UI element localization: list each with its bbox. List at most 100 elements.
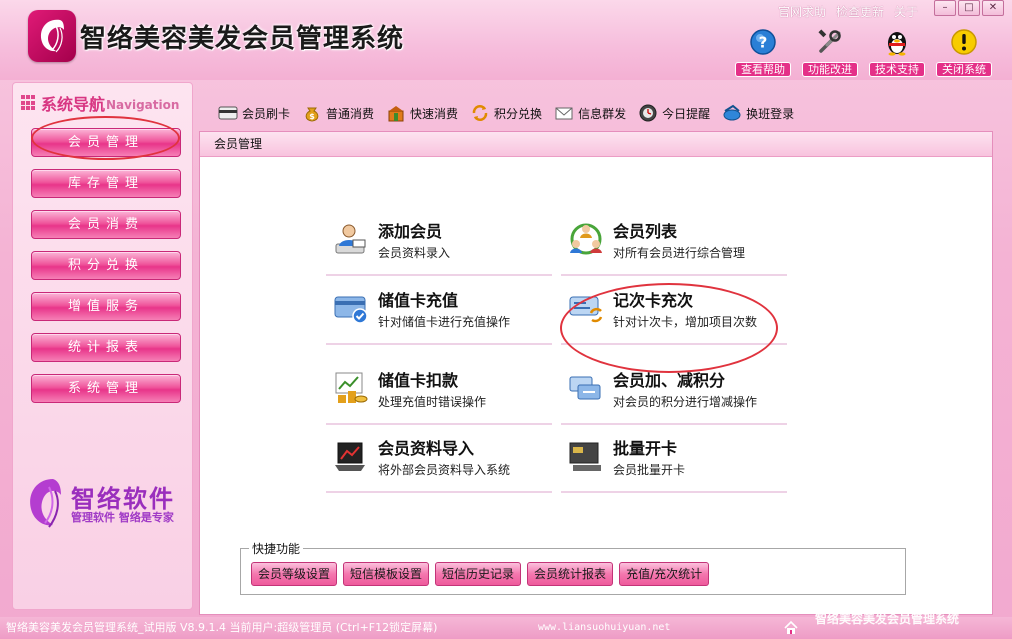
func-adjust-points-desc: 对会员的积分进行增减操作 <box>613 395 758 409</box>
svg-text:?: ? <box>759 34 768 52</box>
func-count-card-recharge[interactable]: 记次卡充次 针对计次卡，增加项目次数 <box>561 281 787 345</box>
title-bar: 智络美容美发会员管理系统 官网求助 检查更新 关于 – □ ✕ ? 查看帮助 功… <box>0 0 1012 80</box>
improve-label: 功能改进 <box>802 62 858 77</box>
money-bag-icon: $ <box>305 107 319 122</box>
nav-item-system[interactable]: 系统管理 <box>31 374 181 403</box>
func-add-member-desc: 会员资料录入 <box>378 246 451 260</box>
quick-functions-group: 快捷功能 会员等级设置 短信模板设置 短信历史记录 会员统计报表 充值/充次统计 <box>240 540 906 595</box>
batch-card-icon <box>569 442 601 471</box>
func-stored-value-deduct-title: 储值卡扣款 <box>378 371 459 390</box>
toolbar-shift-login-label: 换班登录 <box>746 106 795 121</box>
link-about[interactable]: 关于 <box>894 3 918 20</box>
navigation-panel: 系统导航 Navigation 会员管理 库存管理 会员消费 积分兑换 增值服务… <box>12 82 193 610</box>
nav-item-reports[interactable]: 统计报表 <box>31 333 181 362</box>
nav-item-points-exchange[interactable]: 积分兑换 <box>31 251 181 280</box>
toolbar: 会员刷卡 $ 普通消费 快速消费 积分兑换 信息群发 今日提醒 换班登录 <box>218 102 794 124</box>
support-penguin-icon <box>888 32 906 56</box>
quick-functions-title: 快捷功能 <box>249 540 304 557</box>
nav-header: 系统导航 Navigation <box>21 91 179 115</box>
func-import-members[interactable]: 会员资料导入 将外部会员资料导入系统 <box>326 429 552 493</box>
brand-slogan: 管理软件 智络是专家 <box>71 511 174 524</box>
top-links: 官网求助 检查更新 关于 <box>778 3 918 20</box>
func-stored-value-recharge[interactable]: 储值卡充值 针对储值卡进行充值操作 <box>326 281 552 345</box>
fast-consume-icon <box>388 106 404 122</box>
nav-items: 会员管理 库存管理 会员消费 积分兑换 增值服务 统计报表 系统管理 <box>31 128 181 415</box>
maximize-button[interactable]: □ <box>958 0 980 16</box>
nav-item-value-added[interactable]: 增值服务 <box>31 292 181 321</box>
close-system-label: 关闭系统 <box>936 62 992 77</box>
sms-history-button[interactable]: 短信历史记录 <box>435 562 522 586</box>
app-title: 智络美容美发会员管理系统 <box>80 24 405 54</box>
member-list-icon <box>570 223 602 255</box>
quick-buttons: 会员等级设置 短信模板设置 短信历史记录 会员统计报表 充值/充次统计 <box>251 562 710 586</box>
toolbar-today-reminder-label: 今日提醒 <box>662 106 711 121</box>
add-member-icon <box>335 224 366 254</box>
app-logo-icon <box>28 10 76 62</box>
func-batch-open-card-desc: 会员批量开卡 <box>613 463 686 477</box>
card-swipe-icon <box>218 106 238 120</box>
help-label: 查看帮助 <box>735 62 791 77</box>
func-adjust-points[interactable]: 会员加、减积分 对会员的积分进行增减操作 <box>561 361 787 425</box>
status-watermark: 智络美容美发会员管理系统 <box>815 612 960 626</box>
func-stored-value-recharge-title: 储值卡充值 <box>378 291 459 310</box>
import-icon <box>335 442 365 471</box>
func-member-list-title: 会员列表 <box>613 222 678 241</box>
sms-template-settings-button[interactable]: 短信模板设置 <box>343 562 430 586</box>
func-batch-open-card-title: 批量开卡 <box>613 439 678 458</box>
nav-item-member-consumption[interactable]: 会员消费 <box>31 210 181 239</box>
status-url[interactable]: www.liansuohuiyuan.net <box>538 617 670 639</box>
status-bar: 智络美容美发会员管理系统_试用版 V8.9.1.4 当前用户:超级管理员 (Ct… <box>0 612 1012 639</box>
close-system-button[interactable]: 关闭系统 <box>936 28 992 77</box>
count-card-icon <box>569 296 603 323</box>
deduct-icon <box>335 372 368 403</box>
home-icon[interactable] <box>783 620 799 636</box>
link-check-update[interactable]: 检查更新 <box>836 3 884 20</box>
warning-close-icon <box>951 29 977 55</box>
svg-text:$: $ <box>309 112 315 121</box>
func-import-members-desc: 将外部会员资料导入系统 <box>378 463 511 477</box>
func-batch-open-card[interactable]: 批量开卡 会员批量开卡 <box>561 429 787 493</box>
func-import-members-title: 会员资料导入 <box>378 439 475 458</box>
link-official-help[interactable]: 官网求助 <box>778 3 826 20</box>
nav-item-member-management[interactable]: 会员管理 <box>31 128 181 157</box>
status-info: 智络美容美发会员管理系统_试用版 V8.9.1.4 当前用户:超级管理员 (Ct… <box>6 621 438 634</box>
nav-grid-icon <box>21 95 37 111</box>
toolbar-points-exchange-label: 积分兑换 <box>494 106 543 121</box>
reminder-icon <box>639 104 657 122</box>
points-exchange-icon <box>472 105 488 121</box>
func-member-list[interactable]: 会员列表 对所有会员进行综合管理 <box>561 212 787 276</box>
toolbar-fast-consume[interactable]: 快速消费 <box>386 103 458 123</box>
func-stored-value-deduct-desc: 处理充值时错误操作 <box>378 395 487 409</box>
toolbar-points-exchange[interactable]: 积分兑换 <box>470 103 542 123</box>
member-stats-report-button[interactable]: 会员统计报表 <box>527 562 614 586</box>
header-tools: ? 查看帮助 功能改进 技术支持 关闭系统 <box>735 28 992 77</box>
close-window-button[interactable]: ✕ <box>982 0 1004 16</box>
func-member-list-desc: 对所有会员进行综合管理 <box>613 246 746 260</box>
nav-item-inventory[interactable]: 库存管理 <box>31 169 181 198</box>
minimize-button[interactable]: – <box>934 0 956 16</box>
member-level-settings-button[interactable]: 会员等级设置 <box>251 562 338 586</box>
support-button[interactable]: 技术支持 <box>869 28 925 77</box>
toolbar-normal-consume[interactable]: $ 普通消费 <box>302 103 374 123</box>
shift-login-icon <box>723 104 741 121</box>
recharge-stats-button[interactable]: 充值/充次统计 <box>619 562 710 586</box>
toolbar-shift-login[interactable]: 换班登录 <box>722 103 794 123</box>
toolbar-card-swipe[interactable]: 会员刷卡 <box>218 103 290 123</box>
help-icon: ? <box>750 29 776 55</box>
toolbar-mass-message[interactable]: 信息群发 <box>554 103 626 123</box>
toolbar-today-reminder[interactable]: 今日提醒 <box>638 103 710 123</box>
func-stored-value-deduct[interactable]: 储值卡扣款 处理充值时错误操作 <box>326 361 552 425</box>
func-stored-value-recharge-desc: 针对储值卡进行充值操作 <box>378 315 511 329</box>
func-adjust-points-title: 会员加、减积分 <box>613 371 726 390</box>
recharge-card-icon <box>334 296 368 324</box>
toolbar-normal-consume-label: 普通消费 <box>326 106 375 121</box>
nav-title-en: Navigation <box>106 98 180 112</box>
help-button[interactable]: ? 查看帮助 <box>735 28 791 77</box>
improve-button[interactable]: 功能改进 <box>802 28 858 77</box>
func-count-card-recharge-desc: 针对计次卡，增加项目次数 <box>613 315 758 329</box>
mail-icon <box>555 107 573 120</box>
panel-title: 会员管理 <box>200 132 992 157</box>
adjust-points-icon <box>569 376 601 400</box>
brand-block: 智络软件 管理软件 智络是专家 <box>23 475 193 535</box>
func-add-member[interactable]: 添加会员 会员资料录入 <box>326 212 552 276</box>
